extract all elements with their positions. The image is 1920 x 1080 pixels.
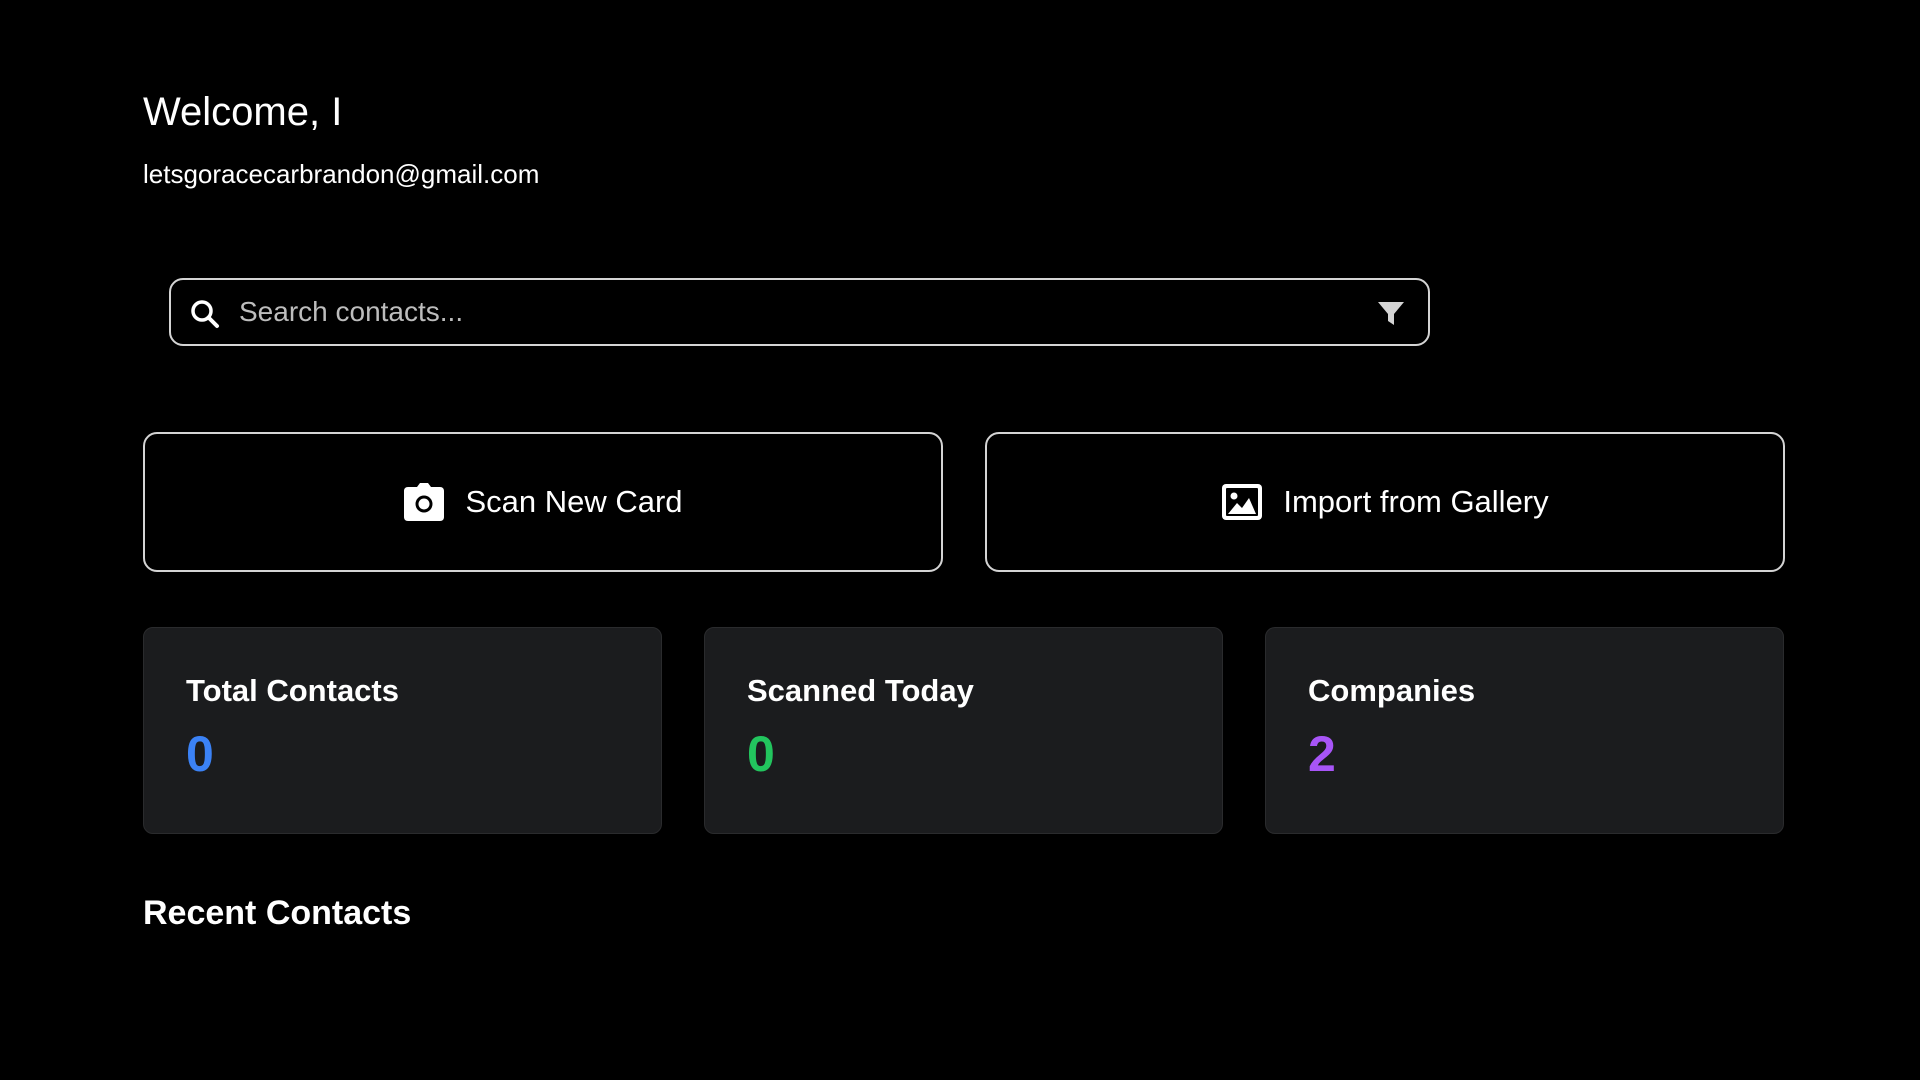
stat-value: 0: [186, 726, 214, 782]
recent-contacts-heading: Recent Contacts: [143, 894, 412, 932]
import-from-gallery-label: Import from Gallery: [1283, 484, 1549, 519]
stat-label: Companies: [1308, 673, 1476, 708]
filter-icon[interactable]: [1376, 300, 1406, 328]
scan-new-card-button[interactable]: Scan New Card: [143, 432, 943, 572]
import-from-gallery-button[interactable]: Import from Gallery: [985, 432, 1785, 572]
stat-label: Total Contacts: [186, 673, 399, 708]
search-input[interactable]: [239, 290, 1339, 334]
companies-card: Companies 2: [1265, 627, 1784, 834]
image-icon: [1222, 484, 1263, 520]
stat-value: 0: [747, 726, 775, 782]
search-bar: [169, 278, 1430, 346]
welcome-heading: Welcome, I: [143, 90, 343, 134]
search-icon: [191, 300, 219, 328]
dashboard-page: Welcome, I letsgoracecarbrandon@gmail.co…: [0, 0, 1920, 1080]
user-email: letsgoracecarbrandon@gmail.com: [143, 159, 540, 189]
camera-icon: [404, 483, 445, 521]
stat-label: Scanned Today: [747, 673, 974, 708]
stat-value: 2: [1308, 726, 1336, 782]
total-contacts-card: Total Contacts 0: [143, 627, 662, 834]
scan-new-card-label: Scan New Card: [465, 484, 683, 519]
scanned-today-card: Scanned Today 0: [704, 627, 1223, 834]
